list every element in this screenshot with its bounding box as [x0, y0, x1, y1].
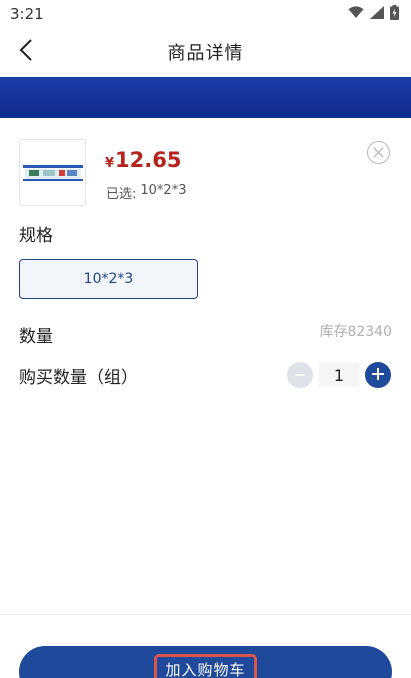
- price-value: 12.65: [115, 148, 182, 172]
- price-currency: ¥: [105, 156, 115, 171]
- divider: [0, 614, 411, 615]
- quantity-input[interactable]: [319, 363, 359, 387]
- selected-value: 10*2*3: [140, 183, 187, 198]
- stock-count: 库存82340: [319, 324, 392, 340]
- product-thumbnail: [19, 139, 86, 206]
- header-bar: 商品详情: [0, 28, 411, 76]
- selected-label: 已选:: [106, 187, 137, 202]
- spec-option[interactable]: 10*2*3: [19, 259, 198, 299]
- wifi-icon: [348, 5, 364, 23]
- status-icons: [348, 4, 399, 24]
- decrement-button[interactable]: [287, 362, 313, 388]
- spec-selection-sheet: ¥ 12.65 已选: 10*2*3 规格 10*2*3 数量 库存82340 …: [0, 118, 411, 678]
- increment-button[interactable]: [365, 362, 391, 388]
- purchase-quantity-row: 购买数量（组）: [19, 362, 391, 388]
- add-to-cart-label: 加入购物车: [165, 660, 246, 678]
- status-time: 3:21: [10, 5, 44, 23]
- quantity-stepper: [287, 362, 391, 388]
- close-icon: [373, 143, 384, 162]
- selected-spec: 已选: 10*2*3: [106, 183, 186, 202]
- close-button[interactable]: [367, 141, 390, 164]
- minus-icon: [294, 366, 306, 385]
- page-title: 商品详情: [167, 43, 244, 64]
- plus-icon: [371, 366, 385, 385]
- add-to-cart-label-highlight: 加入购物车: [154, 654, 257, 678]
- add-to-cart-button[interactable]: 加入购物车: [19, 646, 392, 678]
- product-detail-screen: 3:21 商品详情 ¥ 12.65 已选: 10*2*3 规格 10*2*3 数…: [0, 0, 411, 678]
- spec-label: 规格: [19, 226, 53, 246]
- signal-icon: [370, 5, 384, 23]
- purchase-quantity-label: 购买数量（组）: [19, 367, 138, 388]
- battery-icon: [390, 4, 399, 24]
- quantity-label: 数量: [19, 327, 53, 347]
- product-banner: [0, 77, 411, 118]
- status-bar: 3:21: [0, 0, 411, 28]
- back-button[interactable]: [14, 39, 38, 65]
- price: ¥ 12.65: [105, 148, 181, 172]
- chevron-left-icon: [19, 39, 33, 65]
